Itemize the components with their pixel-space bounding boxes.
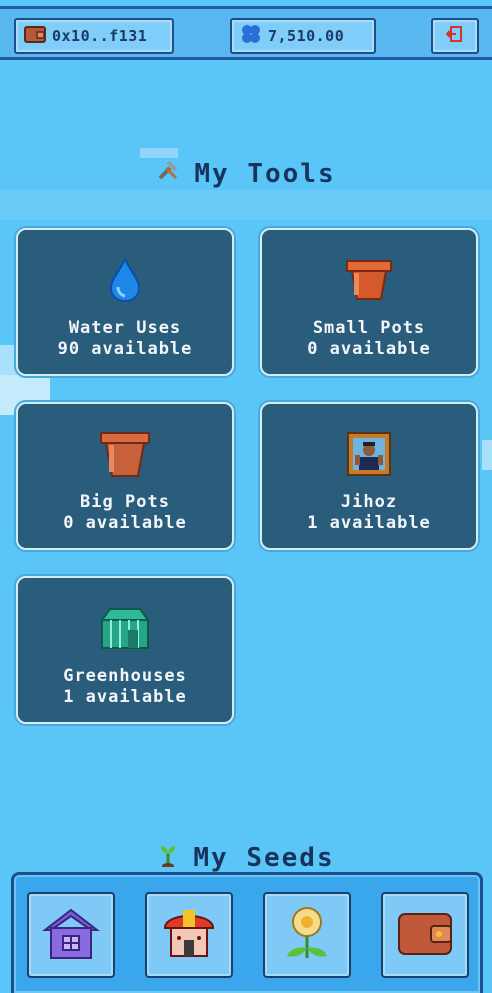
bottom-navigation bbox=[11, 872, 483, 993]
seeds-title-text: My Seeds bbox=[193, 842, 335, 873]
tool-card-jihoz[interactable]: Jihoz 1 available bbox=[260, 402, 478, 550]
tool-card-greenhouses[interactable]: Greenhouses 1 available bbox=[16, 576, 234, 724]
top-bar: 0x10..f131 7,510.00 bbox=[0, 6, 492, 60]
house-icon bbox=[41, 904, 101, 966]
cloud-decoration bbox=[0, 190, 492, 220]
tool-card-small-pots[interactable]: Small Pots 0 available bbox=[260, 228, 478, 376]
sprout-icon bbox=[157, 841, 179, 874]
greenhouse-icon bbox=[98, 606, 152, 654]
flower-icon bbox=[277, 904, 337, 966]
tools-icon bbox=[156, 158, 180, 189]
tool-name: Jihoz bbox=[340, 492, 398, 512]
tool-card-water[interactable]: Water Uses 90 available bbox=[16, 228, 234, 376]
seeds-section-title: My Seeds bbox=[0, 841, 492, 874]
tool-count: 90 available bbox=[57, 339, 193, 359]
logout-button[interactable] bbox=[431, 18, 479, 54]
nav-garden-button[interactable] bbox=[263, 892, 351, 978]
tools-title-text: My Tools bbox=[194, 158, 336, 189]
water-drop-icon bbox=[108, 256, 142, 307]
tool-count: 0 available bbox=[63, 513, 187, 533]
nav-shop-button[interactable] bbox=[145, 892, 233, 978]
small-pot-icon bbox=[344, 257, 394, 307]
nav-home-button[interactable] bbox=[27, 892, 115, 978]
tool-name: Small Pots bbox=[312, 318, 426, 338]
nav-wallet-button[interactable] bbox=[381, 892, 469, 978]
wallet-address: 0x10..f131 bbox=[52, 27, 148, 45]
clover-icon bbox=[240, 23, 262, 49]
tools-section-title: My Tools bbox=[0, 158, 492, 189]
big-pot-icon bbox=[98, 429, 152, 483]
tool-name: Greenhouses bbox=[63, 666, 187, 686]
wallet-icon bbox=[395, 908, 455, 962]
wallet-address-button[interactable]: 0x10..f131 bbox=[14, 18, 174, 54]
tool-count: 1 available bbox=[63, 687, 187, 707]
wallet-icon bbox=[24, 25, 46, 47]
tool-card-big-pots[interactable]: Big Pots 0 available bbox=[16, 402, 234, 550]
cloud-decoration bbox=[140, 148, 178, 158]
jihoz-portrait-icon bbox=[346, 431, 392, 481]
tool-count: 0 available bbox=[307, 339, 431, 359]
tool-name: Water Uses bbox=[68, 318, 182, 338]
balance-display: 7,510.00 bbox=[230, 18, 376, 54]
tool-name: Big Pots bbox=[80, 492, 170, 512]
tool-count: 1 available bbox=[307, 513, 431, 533]
shop-icon bbox=[159, 904, 219, 966]
cloud-decoration bbox=[482, 440, 492, 470]
logout-icon bbox=[445, 25, 464, 47]
balance-value: 7,510.00 bbox=[268, 27, 345, 45]
